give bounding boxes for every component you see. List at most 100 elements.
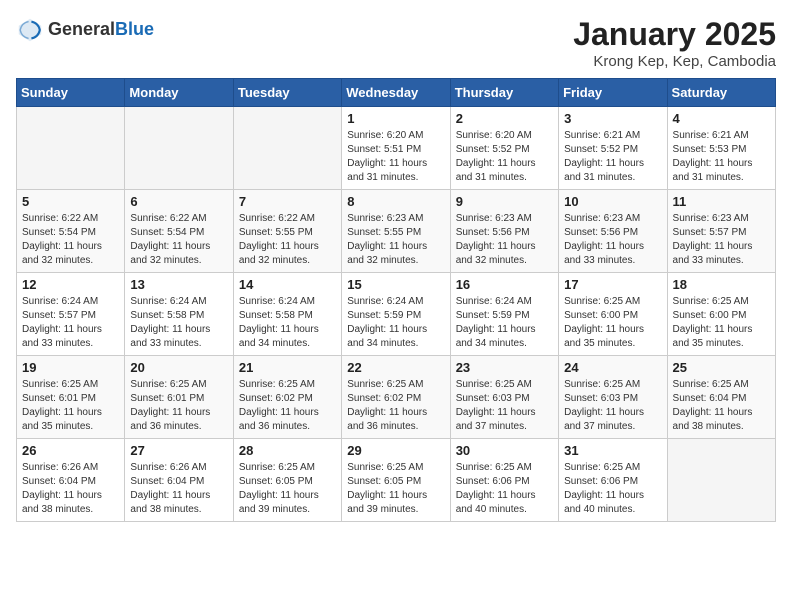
calendar-week-row: 12 Sunrise: 6:24 AM Sunset: 5:57 PM Dayli…	[17, 273, 776, 356]
calendar-cell: 19Sunrise: 6:25 AM Sunset: 6:01 PM Dayli…	[17, 356, 125, 439]
day-number: 26	[22, 443, 119, 458]
page-header: General Blue January 2025 Krong Kep, Kep…	[16, 16, 776, 70]
day-info: Sunrise: 6:25 AM Sunset: 6:06 PM Dayligh…	[456, 461, 553, 517]
location: Krong Kep, Kep, Cambodia	[573, 53, 776, 70]
calendar-cell: 9 Sunrise: 6:23 AM Sunset: 5:56 PM Daylig…	[450, 190, 558, 273]
weekday-header: Sunday	[17, 79, 125, 107]
day-info: Sunrise: 6:25 AM Sunset: 6:04 PM Dayligh…	[673, 378, 770, 434]
day-number: 30	[456, 443, 553, 458]
weekday-header: Saturday	[667, 79, 775, 107]
calendar-cell: 14 Sunrise: 6:24 AM Sunset: 5:58 PM Dayli…	[233, 273, 341, 356]
day-info: Sunrise: 6:24 AM Sunset: 5:58 PM Dayligh…	[130, 295, 227, 351]
day-info: Sunrise: 6:26 AM Sunset: 6:04 PM Dayligh…	[22, 461, 119, 517]
calendar-week-row: 19 Sunrise: 6:25 AM Sunset: 6:01 PM Dayli…	[17, 356, 776, 439]
weekday-header: Monday	[125, 79, 233, 107]
month-title: January 2025	[573, 16, 776, 53]
calendar: SundayMondayTuesdayWednesdayThursdayFrid…	[16, 78, 776, 522]
calendar-cell: 31Sunrise: 6:25 AM Sunset: 6:06 PM Dayli…	[559, 439, 667, 522]
calendar-cell: 23 Sunrise: 6:25 AM Sunset: 6:03 PM Dayli…	[450, 356, 558, 439]
calendar-cell: 2Sunrise: 6:20 AM Sunset: 5:52 PM Daylig…	[450, 107, 558, 190]
day-info: Sunrise: 6:26 AM Sunset: 6:04 PM Dayligh…	[130, 461, 227, 517]
day-number: 12	[22, 277, 119, 292]
day-number: 22	[347, 360, 444, 375]
day-info: Sunrise: 6:22 AM Sunset: 5:55 PM Dayligh…	[239, 212, 336, 268]
calendar-cell: 29Sunrise: 6:25 AM Sunset: 6:05 PM Dayli…	[342, 439, 450, 522]
day-info: Sunrise: 6:25 AM Sunset: 6:03 PM Dayligh…	[456, 378, 553, 434]
day-number: 8	[347, 194, 444, 209]
weekday-header: Friday	[559, 79, 667, 107]
logo-blue: Blue	[115, 20, 154, 40]
logo-general: General	[48, 20, 115, 40]
weekday-header: Thursday	[450, 79, 558, 107]
calendar-cell: 16Sunrise: 6:24 AM Sunset: 5:59 PM Dayli…	[450, 273, 558, 356]
calendar-cell: 13 Sunrise: 6:24 AM Sunset: 5:58 PM Dayli…	[125, 273, 233, 356]
calendar-cell: 20 Sunrise: 6:25 AM Sunset: 6:01 PM Dayli…	[125, 356, 233, 439]
day-info: Sunrise: 6:24 AM Sunset: 5:58 PM Dayligh…	[239, 295, 336, 351]
day-info: Sunrise: 6:23 AM Sunset: 5:55 PM Dayligh…	[347, 212, 444, 268]
day-info: Sunrise: 6:24 AM Sunset: 5:57 PM Dayligh…	[22, 295, 119, 351]
day-number: 11	[673, 194, 770, 209]
day-info: Sunrise: 6:24 AM Sunset: 5:59 PM Dayligh…	[347, 295, 444, 351]
calendar-cell: 21 Sunrise: 6:25 AM Sunset: 6:02 PM Dayli…	[233, 356, 341, 439]
day-info: Sunrise: 6:23 AM Sunset: 5:56 PM Dayligh…	[456, 212, 553, 268]
day-info: Sunrise: 6:25 AM Sunset: 6:05 PM Dayligh…	[239, 461, 336, 517]
calendar-cell: 17 Sunrise: 6:25 AM Sunset: 6:00 PM Dayli…	[559, 273, 667, 356]
calendar-cell: 18 Sunrise: 6:25 AM Sunset: 6:00 PM Dayli…	[667, 273, 775, 356]
calendar-week-row: 26 Sunrise: 6:26 AM Sunset: 6:04 PM Dayli…	[17, 439, 776, 522]
day-number: 15	[347, 277, 444, 292]
title-block: January 2025 Krong Kep, Kep, Cambodia	[573, 16, 776, 70]
calendar-cell: 28Sunrise: 6:25 AM Sunset: 6:05 PM Dayli…	[233, 439, 341, 522]
calendar-cell: 8 Sunrise: 6:23 AM Sunset: 5:55 PM Daylig…	[342, 190, 450, 273]
day-info: Sunrise: 6:22 AM Sunset: 5:54 PM Dayligh…	[130, 212, 227, 268]
day-info: Sunrise: 6:25 AM Sunset: 6:05 PM Dayligh…	[347, 461, 444, 517]
day-info: Sunrise: 6:25 AM Sunset: 6:00 PM Dayligh…	[564, 295, 661, 351]
weekday-header: Wednesday	[342, 79, 450, 107]
day-number: 31	[564, 443, 661, 458]
day-number: 14	[239, 277, 336, 292]
calendar-cell: 15 Sunrise: 6:24 AM Sunset: 5:59 PM Dayli…	[342, 273, 450, 356]
day-number: 24	[564, 360, 661, 375]
day-number: 13	[130, 277, 227, 292]
day-info: Sunrise: 6:25 AM Sunset: 6:02 PM Dayligh…	[239, 378, 336, 434]
logo: General Blue	[16, 16, 154, 44]
day-number: 23	[456, 360, 553, 375]
day-number: 19	[22, 360, 119, 375]
calendar-cell	[233, 107, 341, 190]
calendar-cell: 24 Sunrise: 6:25 AM Sunset: 6:03 PM Dayli…	[559, 356, 667, 439]
day-number: 9	[456, 194, 553, 209]
day-info: Sunrise: 6:23 AM Sunset: 5:57 PM Dayligh…	[673, 212, 770, 268]
day-info: Sunrise: 6:25 AM Sunset: 6:02 PM Dayligh…	[347, 378, 444, 434]
day-number: 25	[673, 360, 770, 375]
calendar-cell: 25 Sunrise: 6:25 AM Sunset: 6:04 PM Dayli…	[667, 356, 775, 439]
calendar-cell: 6 Sunrise: 6:22 AM Sunset: 5:54 PM Daylig…	[125, 190, 233, 273]
day-number: 20	[130, 360, 227, 375]
weekday-header: Tuesday	[233, 79, 341, 107]
day-info: Sunrise: 6:20 AM Sunset: 5:51 PM Dayligh…	[347, 129, 444, 185]
calendar-cell: 26 Sunrise: 6:26 AM Sunset: 6:04 PM Dayli…	[17, 439, 125, 522]
day-info: Sunrise: 6:22 AM Sunset: 5:54 PM Dayligh…	[22, 212, 119, 268]
day-info: Sunrise: 6:21 AM Sunset: 5:52 PM Dayligh…	[564, 129, 661, 185]
day-info: Sunrise: 6:23 AM Sunset: 5:56 PM Dayligh…	[564, 212, 661, 268]
calendar-cell: 4Sunrise: 6:21 AM Sunset: 5:53 PM Daylig…	[667, 107, 775, 190]
day-number: 3	[564, 111, 661, 126]
calendar-week-row: 5Sunrise: 6:22 AM Sunset: 5:54 PM Daylig…	[17, 190, 776, 273]
day-number: 1	[347, 111, 444, 126]
calendar-cell: 12 Sunrise: 6:24 AM Sunset: 5:57 PM Dayli…	[17, 273, 125, 356]
day-number: 7	[239, 194, 336, 209]
calendar-cell: 30 Sunrise: 6:25 AM Sunset: 6:06 PM Dayli…	[450, 439, 558, 522]
day-number: 18	[673, 277, 770, 292]
day-info: Sunrise: 6:25 AM Sunset: 6:00 PM Dayligh…	[673, 295, 770, 351]
calendar-cell	[667, 439, 775, 522]
day-number: 4	[673, 111, 770, 126]
calendar-cell: 11 Sunrise: 6:23 AM Sunset: 5:57 PM Dayli…	[667, 190, 775, 273]
logo-text: General Blue	[48, 20, 154, 40]
day-number: 17	[564, 277, 661, 292]
day-info: Sunrise: 6:25 AM Sunset: 6:01 PM Dayligh…	[130, 378, 227, 434]
day-info: Sunrise: 6:20 AM Sunset: 5:52 PM Dayligh…	[456, 129, 553, 185]
day-number: 6	[130, 194, 227, 209]
calendar-cell	[17, 107, 125, 190]
day-number: 10	[564, 194, 661, 209]
calendar-cell: 1 Sunrise: 6:20 AM Sunset: 5:51 PM Daylig…	[342, 107, 450, 190]
day-number: 21	[239, 360, 336, 375]
day-info: Sunrise: 6:25 AM Sunset: 6:03 PM Dayligh…	[564, 378, 661, 434]
